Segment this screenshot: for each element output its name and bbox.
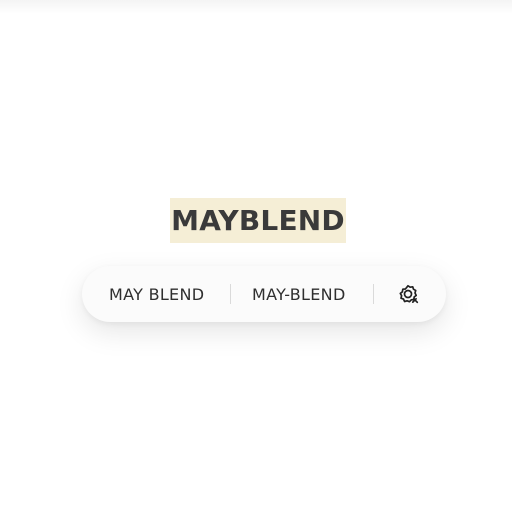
suggestion-divider bbox=[373, 284, 374, 304]
spelling-suggestion-bar: MAY BLEND MAY-BLEND bbox=[82, 266, 446, 322]
settings-sparkle-icon[interactable] bbox=[397, 283, 419, 305]
suggestion-may-blend[interactable]: MAY BLEND bbox=[109, 285, 207, 304]
suggestion-divider bbox=[230, 284, 231, 304]
suggestion-may-hyphen-blend[interactable]: MAY-BLEND bbox=[252, 285, 352, 304]
top-fade bbox=[0, 0, 512, 14]
selected-word[interactable]: MAYBLEND bbox=[170, 198, 346, 243]
